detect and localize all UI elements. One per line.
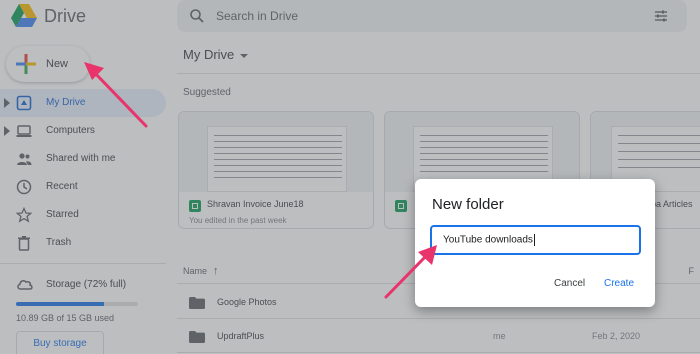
folder-name-input[interactable]: YouTube downloads (430, 225, 641, 255)
folder-name-value[interactable]: YouTube downloads (443, 234, 535, 246)
cancel-button[interactable]: Cancel (554, 278, 585, 289)
text-cursor (533, 234, 535, 246)
create-button[interactable]: Create (604, 278, 634, 289)
folder-name-text: YouTube downloads (443, 234, 533, 246)
new-folder-dialog: New folder YouTube downloads Cancel Crea… (415, 179, 655, 307)
dialog-title: New folder (432, 196, 504, 213)
